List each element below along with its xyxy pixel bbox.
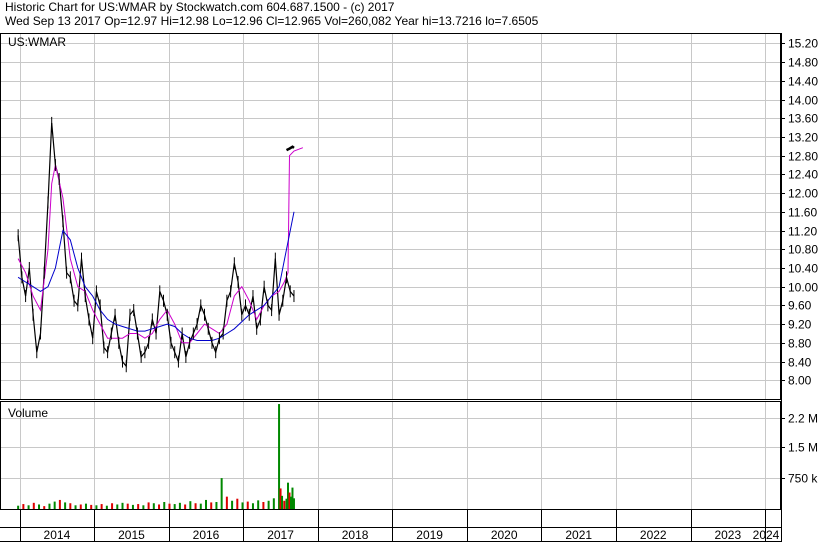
volume-bar <box>163 502 166 509</box>
volume-bar <box>178 502 181 509</box>
volume-axis-ticks: 2.2 M 1.5 M 750 k <box>781 412 818 486</box>
price-tick-label: 14.80 <box>788 56 818 70</box>
volume-bar <box>158 504 161 509</box>
volume-bar <box>210 502 213 509</box>
price-tick-label: 12.80 <box>788 150 818 164</box>
volume-bar <box>236 498 239 509</box>
volume-bar <box>152 503 155 509</box>
year-tick-label: 2014 <box>44 528 71 542</box>
year-tick-label: 2020 <box>491 528 518 542</box>
price-tick-label: 10.80 <box>788 243 818 257</box>
volume-bar <box>105 505 108 509</box>
price-tick-label: 14.40 <box>788 75 818 89</box>
volume-bar <box>69 503 72 509</box>
volume-bar <box>95 505 98 509</box>
volume-bar <box>215 502 218 509</box>
volume-chart-title: Volume <box>8 406 48 420</box>
volume-tick-label: 1.5 M <box>788 441 818 455</box>
year-tick-label: 2017 <box>267 528 294 542</box>
year-axis-ticks: 2014 2015 2016 2017 2018 2019 2020 2021 2022 2023… <box>20 509 780 542</box>
volume-bar <box>53 501 56 509</box>
volume-bar <box>231 500 234 509</box>
volume-bar <box>48 503 51 509</box>
volume-bar <box>32 502 35 509</box>
price-tick-label: 12.00 <box>788 187 818 201</box>
volume-bar <box>126 503 129 509</box>
volume-bar <box>194 503 197 509</box>
price-tick-label: 14.00 <box>788 94 818 108</box>
volume-bar <box>84 503 87 509</box>
price-chart-title: US:WMAR <box>8 35 66 49</box>
volume-bar <box>199 503 202 509</box>
volume-bar <box>184 504 187 509</box>
volume-bar <box>225 496 228 509</box>
volume-bar <box>267 500 270 509</box>
volume-bar <box>262 502 265 509</box>
volume-tick-label: 750 k <box>788 472 818 486</box>
volume-bar <box>189 501 192 509</box>
volume-bar <box>64 502 67 509</box>
price-tick-label: 11.60 <box>788 206 817 220</box>
volume-bar <box>111 503 114 509</box>
volume-bar <box>220 478 223 509</box>
volume-bar <box>43 506 46 509</box>
price-tick-label: 11.20 <box>788 225 817 239</box>
price-tick-label: 13.60 <box>788 112 818 126</box>
volume-bar <box>241 502 244 509</box>
volume-bar <box>131 504 134 509</box>
price-tick-label: 10.40 <box>788 262 818 276</box>
price-axis-ticks: 15.20 14.80 14.40 14.00 13.60 13.20 12.80 12.40… <box>781 37 818 388</box>
price-tick-label: 8.80 <box>788 337 812 351</box>
volume-bar <box>58 499 61 509</box>
year-tick-label: 2023 <box>714 528 741 542</box>
volume-bar <box>272 498 275 509</box>
price-tick-label: 15.20 <box>788 37 818 51</box>
volume-bar <box>142 505 145 509</box>
volume-bar <box>22 504 25 509</box>
year-tick-label: 2022 <box>640 528 667 542</box>
price-tick-label: 9.20 <box>788 318 812 332</box>
price-tick-label: 8.40 <box>788 356 812 370</box>
volume-bar <box>100 504 103 509</box>
year-tick-label: 2015 <box>118 528 145 542</box>
volume-bar <box>74 505 77 509</box>
volume-bar <box>90 504 93 509</box>
volume-tick-label: 2.2 M <box>788 412 818 426</box>
price-tick-label: 13.20 <box>788 131 818 145</box>
volume-bar <box>121 502 124 509</box>
volume-bar <box>137 504 140 509</box>
volume-bar <box>251 503 254 509</box>
year-tick-label: 2016 <box>193 528 220 542</box>
year-tick-label: 2021 <box>565 528 592 542</box>
price-panel-frame <box>0 33 781 400</box>
volume-bar <box>283 500 286 509</box>
volume-bar <box>205 499 207 509</box>
volume-bar <box>257 500 260 509</box>
volume-panel-frame <box>0 401 781 510</box>
price-tick-label: 9.60 <box>788 299 812 313</box>
volume-bar <box>116 504 119 509</box>
volume-bar <box>17 505 20 509</box>
price-tick-label: 12.40 <box>788 168 818 182</box>
volume-bar <box>281 495 284 509</box>
volume-bar <box>38 504 41 509</box>
price-tick-label: 10.00 <box>788 281 818 295</box>
volume-bar <box>173 504 176 509</box>
chart-svg: 15.20 14.80 14.40 14.00 13.60 13.20 12.80 12.40… <box>0 33 818 542</box>
volume-bar <box>292 498 295 509</box>
price-tick-label: 8.00 <box>788 374 812 388</box>
volume-bar <box>147 502 150 509</box>
volume-bar <box>246 501 249 509</box>
year-tick-label: 2018 <box>342 528 369 542</box>
volume-bar <box>27 505 30 509</box>
volume-bar <box>79 504 82 509</box>
year-tick-label: 2019 <box>416 528 443 542</box>
year-tick-label: 2024 <box>753 528 780 542</box>
volume-bar <box>168 503 171 509</box>
